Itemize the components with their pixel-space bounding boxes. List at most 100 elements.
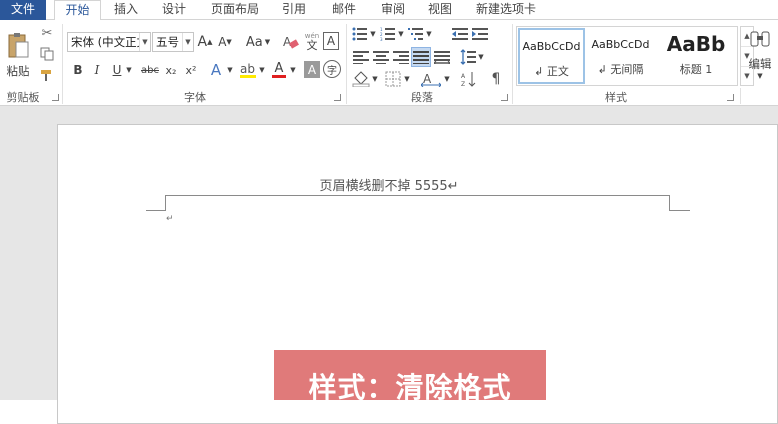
paragraph-launcher[interactable] xyxy=(501,94,508,101)
shrink-font-button[interactable]: A ▼ xyxy=(218,32,232,52)
tab-view[interactable]: 视图 xyxy=(420,0,460,20)
sort-button[interactable]: AZ xyxy=(460,70,478,88)
tab-page-layout[interactable]: 页面布局 xyxy=(205,0,265,20)
font-group-label: 字体 xyxy=(184,91,206,104)
align-center-button[interactable] xyxy=(372,48,390,66)
paste-icon xyxy=(8,33,29,58)
numbering-button[interactable]: 1 2 3 xyxy=(380,26,396,42)
font-launcher[interactable] xyxy=(334,94,341,101)
styles-launcher[interactable] xyxy=(727,94,734,101)
header-rule-right-tick xyxy=(669,195,670,211)
style-heading-1[interactable]: AaBb 标题 1 xyxy=(656,28,736,84)
tab-references[interactable]: 引用 xyxy=(272,0,316,20)
increase-indent-icon xyxy=(472,28,488,40)
align-left-icon xyxy=(353,51,369,64)
enclose-characters-button[interactable]: 字 xyxy=(323,60,341,78)
sort-icon: AZ xyxy=(461,72,476,87)
font-size-value: 五号 xyxy=(156,35,179,49)
multilevel-list-button[interactable] xyxy=(408,26,424,42)
margin-mark-left xyxy=(146,210,166,211)
underline-button[interactable]: U xyxy=(110,60,124,80)
tab-file[interactable]: 文件 xyxy=(0,0,46,20)
editing-button[interactable]: 编辑 ▼ xyxy=(745,24,775,84)
highlight-button[interactable]: ab xyxy=(239,60,257,80)
tab-mailings[interactable]: 邮件 xyxy=(322,0,366,20)
borders-button[interactable] xyxy=(384,70,402,88)
title-banner: 样式：清除格式 xyxy=(274,350,546,404)
change-case-button[interactable]: Aa ▼ xyxy=(244,32,272,52)
numbering-dropdown[interactable]: ▼ xyxy=(397,26,405,42)
header-text[interactable]: 页眉横线删不掉 5555↵ xyxy=(0,175,778,194)
cut-button[interactable]: ✂ xyxy=(38,24,56,42)
line-spacing-button[interactable] xyxy=(460,48,476,66)
line-spacing-icon xyxy=(460,49,476,65)
format-painter-button[interactable] xyxy=(38,66,56,84)
text-effects-icon: A xyxy=(210,61,222,79)
clear-formatting-button[interactable]: A xyxy=(283,32,299,52)
subscript-button[interactable]: x₂ xyxy=(163,60,179,80)
grow-font-button[interactable]: A ▲ xyxy=(198,32,213,52)
italic-button[interactable]: I xyxy=(90,60,104,80)
separator xyxy=(740,88,741,104)
character-border-button[interactable]: A xyxy=(323,32,339,50)
font-color-button[interactable]: A xyxy=(270,60,288,80)
bullets-button[interactable] xyxy=(352,26,368,42)
editing-label: 编辑 xyxy=(748,57,772,71)
banner-text: 样式：清除格式 xyxy=(308,371,512,404)
tab-review[interactable]: 审阅 xyxy=(372,0,414,20)
text-effects-dropdown[interactable]: ▼ xyxy=(226,60,234,80)
separator xyxy=(62,24,63,104)
font-color-dropdown[interactable]: ▼ xyxy=(289,60,297,80)
paragraph-mark: ↵ xyxy=(166,214,174,224)
chinese-layout-button[interactable]: A xyxy=(420,70,442,88)
tab-design[interactable]: 设计 xyxy=(153,0,195,20)
separator xyxy=(346,24,347,104)
borders-dropdown[interactable]: ▼ xyxy=(403,70,411,88)
multilevel-list-dropdown[interactable]: ▼ xyxy=(425,26,433,42)
format-painter-icon xyxy=(41,70,51,81)
shading-dropdown[interactable]: ▼ xyxy=(371,70,379,88)
underline-dropdown[interactable]: ▼ xyxy=(124,60,134,80)
chevron-down-icon: ▼ xyxy=(139,33,150,51)
align-left-button[interactable] xyxy=(352,48,370,66)
tab-insert[interactable]: 插入 xyxy=(106,0,146,20)
character-shading-button[interactable]: A xyxy=(304,61,320,78)
align-right-button[interactable] xyxy=(392,48,410,66)
multilevel-list-icon xyxy=(408,28,423,40)
font-color-swatch xyxy=(272,75,286,78)
tab-home[interactable]: 开始 xyxy=(54,0,101,21)
align-center-icon xyxy=(373,51,389,64)
chevron-down-icon: ▼ xyxy=(182,33,193,51)
svg-text:A: A xyxy=(423,72,432,86)
show-marks-button[interactable]: ¶ xyxy=(487,70,505,88)
text-effects-button[interactable]: A xyxy=(208,60,224,80)
binoculars-icon xyxy=(750,31,770,47)
shading-button[interactable] xyxy=(352,70,370,88)
separator xyxy=(512,24,513,104)
bold-button[interactable]: B xyxy=(70,60,86,80)
bullets-dropdown[interactable]: ▼ xyxy=(369,26,377,42)
clipboard-group-label: 剪贴板 xyxy=(6,91,40,104)
enclose-characters-icon: 字 xyxy=(327,65,337,77)
chinese-layout-dropdown[interactable]: ▼ xyxy=(443,70,451,88)
superscript-button[interactable]: x² xyxy=(183,60,199,80)
strikethrough-button[interactable]: abc xyxy=(139,60,161,80)
copy-button[interactable] xyxy=(38,45,56,63)
font-name-select[interactable]: 宋体 (中文正文 ▼ xyxy=(67,32,151,52)
font-size-select[interactable]: 五号 ▼ xyxy=(152,32,194,52)
highlight-dropdown[interactable]: ▼ xyxy=(258,60,266,80)
justify-button[interactable] xyxy=(411,47,431,67)
phonetic-guide-char: 文 xyxy=(306,39,318,52)
clipboard-launcher[interactable] xyxy=(52,94,59,101)
line-spacing-dropdown[interactable]: ▼ xyxy=(477,48,485,66)
style-no-spacing[interactable]: AaBbCcDd ↲ 无间隔 xyxy=(587,28,654,84)
phonetic-guide-button[interactable]: wén 文 xyxy=(303,30,321,52)
increase-indent-button[interactable] xyxy=(472,26,488,42)
tab-new-tab[interactable]: 新建选项卡 xyxy=(470,0,542,20)
decrease-indent-button[interactable] xyxy=(452,26,468,42)
distributed-button[interactable] xyxy=(433,48,451,66)
font-color-icon: A xyxy=(274,61,284,76)
style-normal[interactable]: AaBbCcDd ↲ 正文 xyxy=(518,28,585,84)
style-name: ↲ 正文 xyxy=(534,65,569,78)
paste-button[interactable]: 粘贴 xyxy=(4,26,32,84)
